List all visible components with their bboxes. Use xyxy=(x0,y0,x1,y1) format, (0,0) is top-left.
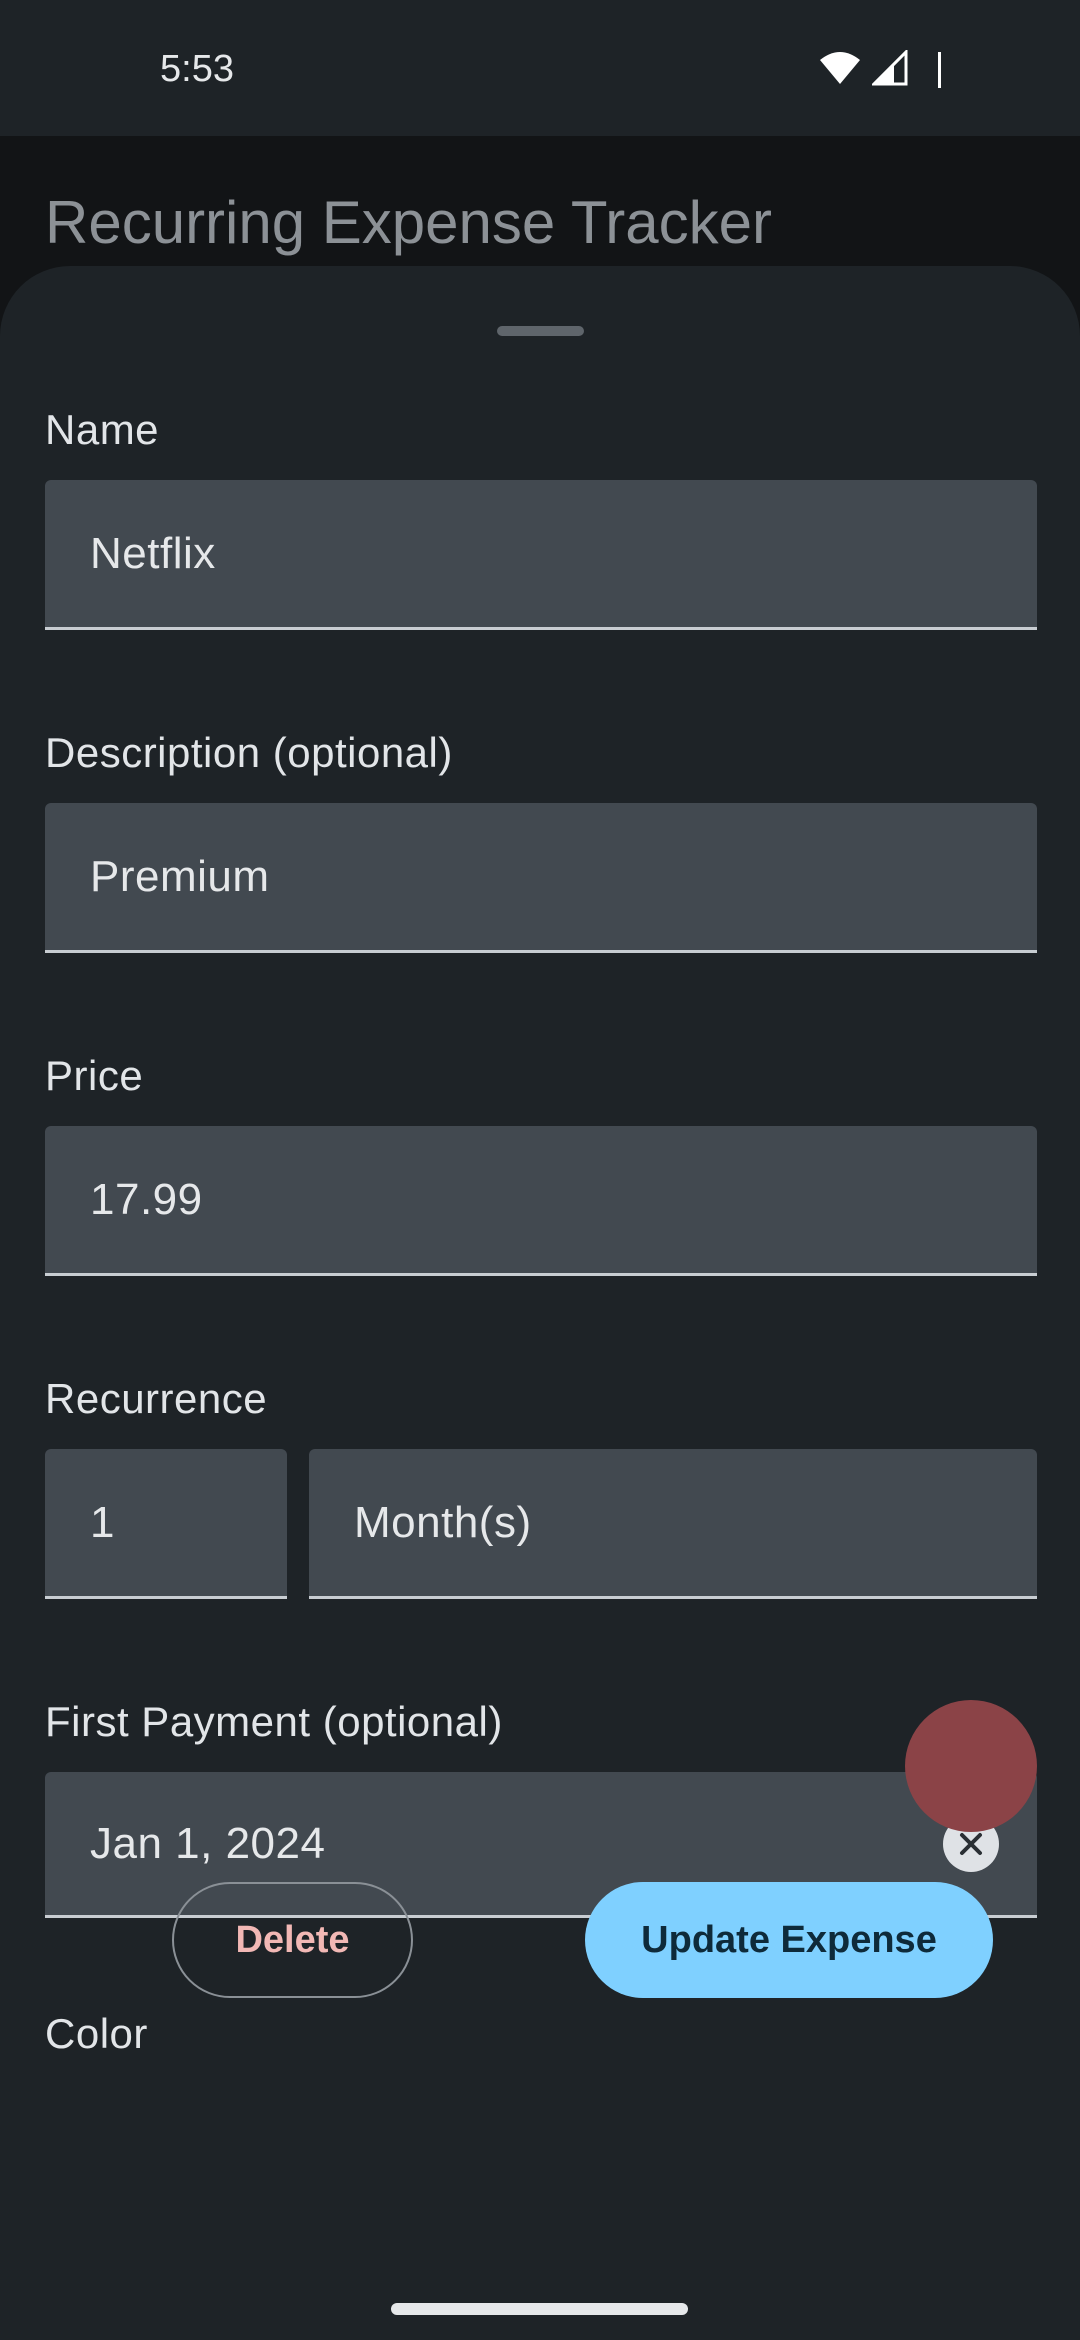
close-icon xyxy=(960,1832,982,1855)
edit-expense-sheet: Name Netflix Description (optional) Prem… xyxy=(0,266,1080,2340)
price-value: 17.99 xyxy=(90,1174,203,1224)
description-label: Description (optional) xyxy=(45,729,453,776)
status-bar: 5:53 xyxy=(0,0,1080,136)
color-swatch[interactable] xyxy=(905,1700,1037,1832)
cellular-signal-icon xyxy=(872,50,908,86)
update-expense-button[interactable]: Update Expense xyxy=(585,1882,993,1998)
first-payment-value: Jan 1, 2024 xyxy=(90,1818,326,1868)
first-payment-label: First Payment (optional) xyxy=(45,1698,503,1745)
color-label: Color xyxy=(45,2010,148,2057)
description-value: Premium xyxy=(90,851,270,901)
drag-handle[interactable] xyxy=(497,326,584,336)
recurrence-count-field[interactable]: 1 xyxy=(45,1449,287,1599)
wifi-icon xyxy=(820,52,860,84)
app-title: Recurring Expense Tracker xyxy=(45,189,772,256)
recurrence-unit-field[interactable]: Month(s) xyxy=(309,1449,1037,1599)
name-label: Name xyxy=(45,406,160,453)
home-indicator[interactable] xyxy=(391,2303,688,2315)
price-label: Price xyxy=(45,1052,144,1099)
name-value: Netflix xyxy=(90,528,216,578)
status-time: 5:53 xyxy=(160,48,234,90)
battery-icon xyxy=(938,52,941,88)
description-field[interactable]: Premium xyxy=(45,803,1037,953)
price-field[interactable]: 17.99 xyxy=(45,1126,1037,1276)
recurrence-unit-value: Month(s) xyxy=(354,1497,532,1547)
delete-button[interactable]: Delete xyxy=(172,1882,413,1998)
recurrence-count-value: 1 xyxy=(90,1497,115,1547)
recurrence-label: Recurrence xyxy=(45,1375,268,1422)
name-field[interactable]: Netflix xyxy=(45,480,1037,630)
